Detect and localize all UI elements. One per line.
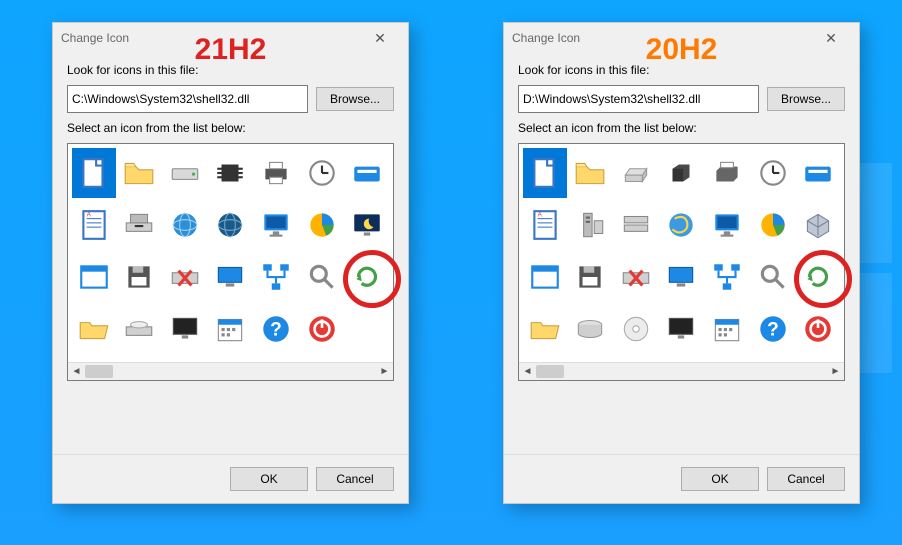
drive-stack-icon[interactable] bbox=[614, 200, 658, 250]
monitor2-icon[interactable] bbox=[660, 252, 704, 302]
dialog-title: Change Icon bbox=[512, 31, 811, 45]
icon-path-input[interactable] bbox=[67, 85, 308, 113]
ok-button[interactable]: OK bbox=[681, 467, 759, 491]
floppy-icon[interactable] bbox=[118, 252, 162, 302]
monitor3-icon[interactable] bbox=[660, 304, 704, 354]
cube-icon[interactable] bbox=[796, 200, 840, 250]
chart-icon[interactable] bbox=[751, 200, 795, 250]
folder-open-icon[interactable] bbox=[72, 304, 116, 354]
dialog-title: Change Icon bbox=[61, 31, 360, 45]
icon-path-input[interactable] bbox=[518, 85, 759, 113]
help-icon[interactable] bbox=[751, 304, 795, 354]
power-icon[interactable] bbox=[300, 304, 344, 354]
select-icon-label: Select an icon from the list below: bbox=[518, 121, 845, 135]
document-icon[interactable] bbox=[523, 148, 567, 198]
document-lines-icon[interactable] bbox=[72, 200, 116, 250]
folder-icon[interactable] bbox=[569, 148, 613, 198]
scroll-thumb[interactable] bbox=[85, 365, 113, 378]
search-icon[interactable] bbox=[751, 252, 795, 302]
monitor-icon[interactable] bbox=[705, 200, 749, 250]
scroll-left-icon[interactable]: ◄ bbox=[68, 363, 85, 380]
ok-button[interactable]: OK bbox=[230, 467, 308, 491]
power-icon[interactable] bbox=[796, 304, 840, 354]
cd-drive-icon[interactable] bbox=[118, 304, 162, 354]
printer-icon[interactable] bbox=[254, 148, 298, 198]
monitor2-icon[interactable] bbox=[209, 252, 253, 302]
document-lines-icon[interactable] bbox=[523, 200, 567, 250]
clock-icon[interactable] bbox=[300, 148, 344, 198]
tower-icon[interactable] bbox=[569, 200, 613, 250]
icon-list: ◄ ► bbox=[67, 143, 394, 381]
help-icon[interactable] bbox=[254, 304, 298, 354]
change-icon-dialog-21h2: Change Icon ✕ 21H2 Look for icons in thi… bbox=[52, 22, 409, 504]
drive-x-icon[interactable] bbox=[163, 252, 207, 302]
drive-3d-icon[interactable] bbox=[614, 148, 658, 198]
network-icon[interactable] bbox=[705, 252, 749, 302]
folder-open-icon[interactable] bbox=[523, 304, 567, 354]
titlebar[interactable]: Change Icon ✕ bbox=[504, 23, 859, 53]
search-icon[interactable] bbox=[300, 252, 344, 302]
globe-dark-icon[interactable] bbox=[209, 200, 253, 250]
run-icon[interactable] bbox=[796, 148, 840, 198]
scroll-left-icon[interactable]: ◄ bbox=[519, 363, 536, 380]
scroll-right-icon[interactable]: ► bbox=[376, 363, 393, 380]
scroll-thumb[interactable] bbox=[536, 365, 564, 378]
cd-icon[interactable] bbox=[614, 304, 658, 354]
scroll-right-icon[interactable]: ► bbox=[827, 363, 844, 380]
monitor3-icon[interactable] bbox=[163, 304, 207, 354]
chip-icon[interactable] bbox=[209, 148, 253, 198]
globe-blue-icon[interactable] bbox=[163, 200, 207, 250]
select-icon-label: Select an icon from the list below: bbox=[67, 121, 394, 135]
monitor-icon[interactable] bbox=[254, 200, 298, 250]
printer-3d-icon[interactable] bbox=[705, 148, 749, 198]
folder-icon[interactable] bbox=[118, 148, 162, 198]
look-for-icons-label: Look for icons in this file: bbox=[518, 63, 845, 77]
browse-button[interactable]: Browse... bbox=[767, 87, 845, 111]
close-icon[interactable]: ✕ bbox=[811, 23, 851, 53]
drive-x-icon[interactable] bbox=[614, 252, 658, 302]
drive-round-icon[interactable] bbox=[569, 304, 613, 354]
blank-icon[interactable] bbox=[345, 304, 389, 354]
refresh-icon[interactable] bbox=[796, 252, 840, 302]
titlebar[interactable]: Change Icon ✕ bbox=[53, 23, 408, 53]
sleep-monitor-icon[interactable] bbox=[345, 200, 389, 250]
chart-icon[interactable] bbox=[300, 200, 344, 250]
look-for-icons-label: Look for icons in this file: bbox=[67, 63, 394, 77]
icon-list: ◄ ► bbox=[518, 143, 845, 381]
document-icon[interactable] bbox=[72, 148, 116, 198]
browse-button[interactable]: Browse... bbox=[316, 87, 394, 111]
calendar-icon[interactable] bbox=[209, 304, 253, 354]
calendar-icon[interactable] bbox=[705, 304, 749, 354]
close-icon[interactable]: ✕ bbox=[360, 23, 400, 53]
chip-3d-icon[interactable] bbox=[660, 148, 704, 198]
clock-icon[interactable] bbox=[751, 148, 795, 198]
window-icon[interactable] bbox=[72, 252, 116, 302]
horizontal-scrollbar[interactable]: ◄ ► bbox=[68, 362, 393, 380]
change-icon-dialog-20h2: Change Icon ✕ 20H2 Look for icons in thi… bbox=[503, 22, 860, 504]
floppy-icon[interactable] bbox=[569, 252, 613, 302]
cancel-button[interactable]: Cancel bbox=[316, 467, 394, 491]
drive-icon[interactable] bbox=[163, 148, 207, 198]
refresh-icon[interactable] bbox=[345, 252, 389, 302]
globe-ie-icon[interactable] bbox=[660, 200, 704, 250]
cancel-button[interactable]: Cancel bbox=[767, 467, 845, 491]
window-icon[interactable] bbox=[523, 252, 567, 302]
floppy-drive-icon[interactable] bbox=[118, 200, 162, 250]
network-icon[interactable] bbox=[254, 252, 298, 302]
run-icon[interactable] bbox=[345, 148, 389, 198]
horizontal-scrollbar[interactable]: ◄ ► bbox=[519, 362, 844, 380]
